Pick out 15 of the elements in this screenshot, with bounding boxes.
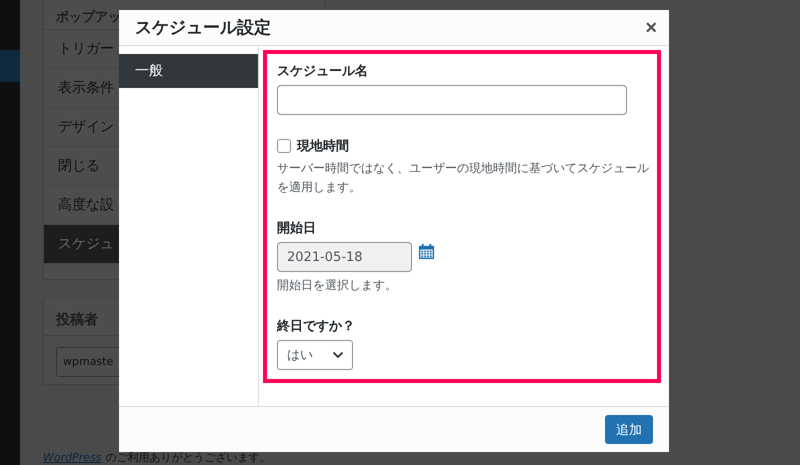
- close-button[interactable]: ×: [645, 18, 657, 38]
- chevron-down-icon: [332, 351, 344, 359]
- date-field[interactable]: 2021-05-18: [277, 242, 412, 272]
- dialog-tab[interactable]: 一般: [119, 54, 258, 88]
- text-field[interactable]: [277, 85, 627, 115]
- field-label: スケジュール名: [277, 63, 369, 80]
- checkbox-label: 現地時間: [297, 138, 349, 155]
- help-text: 開始日を選択します。: [277, 277, 398, 294]
- dropdown[interactable]: はい: [277, 340, 353, 370]
- help-text: サーバー時間ではなく、ユーザーの現地時間に基づいてスケジュールを適用します。: [277, 160, 650, 196]
- field-label: 開始日: [277, 220, 317, 237]
- add-button[interactable]: 追加: [605, 415, 653, 444]
- calendar-icon[interactable]: [418, 242, 435, 261]
- checkbox[interactable]: [277, 139, 291, 153]
- footer-text: のご利用ありがとうございます。: [106, 451, 270, 464]
